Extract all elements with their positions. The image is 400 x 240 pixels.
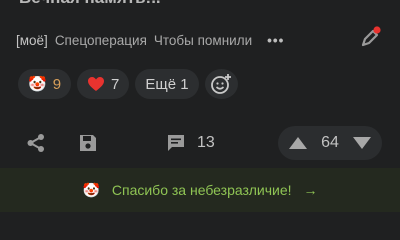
downvote-icon[interactable] [352, 136, 372, 150]
reaction-clown[interactable]: 🤡 9 [18, 69, 72, 99]
reactions-bar: 🤡 9 7 Ещё 1 [18, 69, 238, 99]
comment-icon [168, 135, 184, 151]
rating-control: 64 [278, 126, 382, 160]
thanks-banner[interactable]: 🤡 Спасибо за небезразличие! → [0, 168, 400, 212]
more-reactions-label: Ещё 1 [145, 75, 189, 93]
tag-list: [моё] Спецоперация Чтобы помнили ••• [16, 31, 291, 49]
clown-count: 9 [52, 75, 62, 93]
upvote-icon[interactable] [288, 136, 308, 150]
share-button[interactable] [26, 132, 46, 154]
more-options-button[interactable]: ••• [267, 33, 284, 48]
clown-icon: 🤡 [28, 76, 47, 93]
heart-icon [88, 77, 105, 91]
comments-count: 13 [197, 134, 215, 151]
post-actions: 13 64 [0, 126, 400, 160]
add-reaction-button[interactable] [204, 69, 238, 99]
save-button[interactable] [79, 132, 97, 154]
share-icon [27, 134, 44, 152]
arrow-right-icon: → [303, 182, 318, 198]
more-reactions-button[interactable]: Ещё 1 [135, 69, 199, 99]
save-icon [80, 135, 96, 151]
tag-mine[interactable]: [моё] [16, 33, 48, 48]
comments-button[interactable]: 13 [166, 132, 215, 154]
add-reaction-icon [211, 74, 232, 94]
heart-count: 7 [111, 75, 120, 93]
tag-special-operation[interactable]: Спецоперация [55, 33, 147, 48]
banner-text: Спасибо за небезразличие! [111, 182, 292, 198]
rating-score: 64 [321, 134, 339, 151]
post-title: Вечная память!.. [19, 0, 161, 8]
edit-icon [361, 26, 381, 47]
tag-remember[interactable]: Чтобы помнили [154, 33, 252, 48]
reaction-heart[interactable]: 7 [77, 69, 130, 99]
edit-button[interactable] [358, 24, 384, 50]
clown-icon: 🤡 [82, 181, 100, 198]
